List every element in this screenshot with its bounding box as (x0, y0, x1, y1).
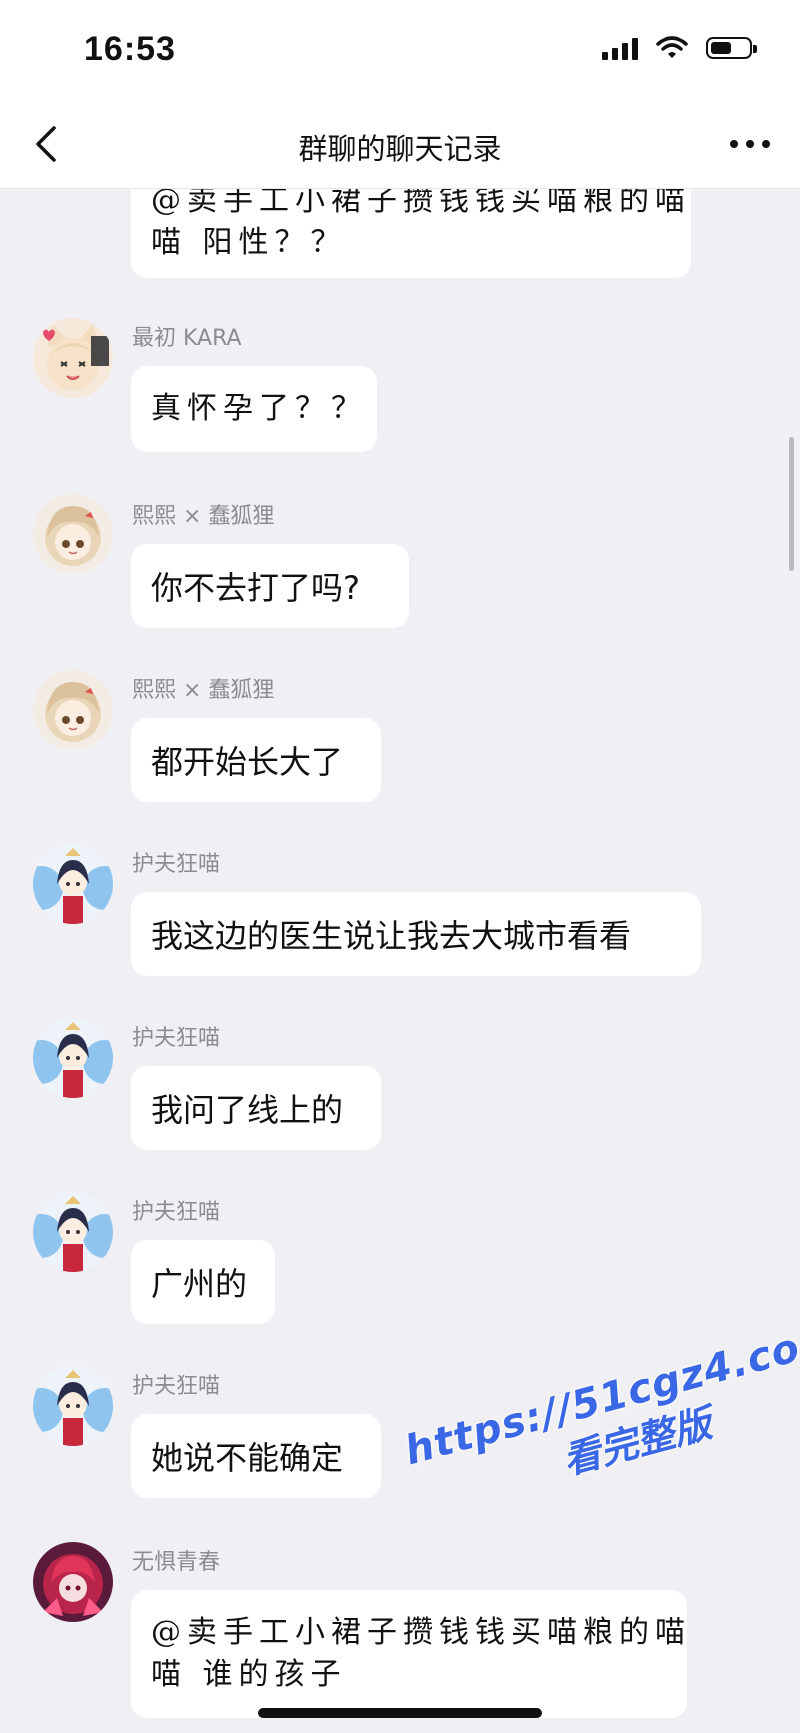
nav-bar: 群聊的聊天记录 (0, 104, 800, 189)
status-time: 16:53 (84, 30, 176, 68)
sender-name: 护夫狂喵 (132, 1026, 221, 1051)
shrine-girl-avatar[interactable] (33, 844, 113, 924)
message-bubble[interactable]: 真怀孕了？？ (131, 366, 377, 452)
message-bubble[interactable]: 她说不能确定 (131, 1414, 381, 1498)
home-indicator[interactable] (258, 1708, 542, 1718)
sender-name: 最初 KARA (132, 326, 242, 351)
sender-name: 护夫狂喵 (132, 1374, 221, 1399)
shrine-girl-avatar[interactable] (33, 1018, 113, 1098)
battery-icon (706, 37, 757, 59)
ellipsis-icon (730, 140, 770, 148)
message-bubble[interactable]: 你不去打了吗? (131, 544, 409, 628)
sender-name: 护夫狂喵 (132, 1200, 221, 1225)
sender-name: 熙熙 × 蠢狐狸 (132, 504, 275, 529)
blonde-girl-avatar[interactable] (33, 670, 113, 750)
chat-history[interactable]: @卖手工小裙子攒钱钱买喵粮的喵 喵 阳性？？ 最初 KARA 真怀孕了？？ 熙熙… (0, 0, 800, 1733)
message-text-line: 喵 谁的孩子 (151, 1657, 347, 1692)
message-bubble[interactable]: @卖手工小裙子攒钱钱买喵粮的喵 喵 谁的孩子 (131, 1590, 687, 1718)
message-bubble[interactable]: 广州的 (131, 1240, 275, 1324)
shrine-girl-avatar[interactable] (33, 1366, 113, 1446)
cat-girl-avatar[interactable] (33, 318, 113, 398)
sender-name: 熙熙 × 蠢狐狸 (132, 678, 275, 703)
message-text-line: @卖手工小裙子攒钱钱买喵粮的喵 (151, 1615, 691, 1650)
blonde-girl-avatar[interactable] (33, 494, 113, 574)
message-bubble[interactable]: 都开始长大了 (131, 718, 381, 802)
message-text-line: 喵 阳性？？ (151, 225, 347, 260)
status-icons (602, 36, 757, 60)
message-bubble[interactable]: 我这边的医生说让我去大城市看看 (131, 892, 701, 976)
more-options-button[interactable] (726, 124, 774, 164)
status-bar: 16:53 (0, 0, 800, 104)
scrollbar[interactable] (789, 437, 794, 571)
wifi-icon (656, 36, 688, 58)
sender-name: 护夫狂喵 (132, 852, 221, 877)
page-title: 群聊的聊天记录 (298, 132, 502, 166)
message-bubble[interactable]: 我问了线上的 (131, 1066, 381, 1150)
cellular-signal-icon (602, 36, 638, 60)
shrine-girl-avatar[interactable] (33, 1192, 113, 1272)
sender-name: 无惧青春 (132, 1550, 221, 1575)
red-hair-girl-avatar[interactable] (33, 1542, 113, 1622)
